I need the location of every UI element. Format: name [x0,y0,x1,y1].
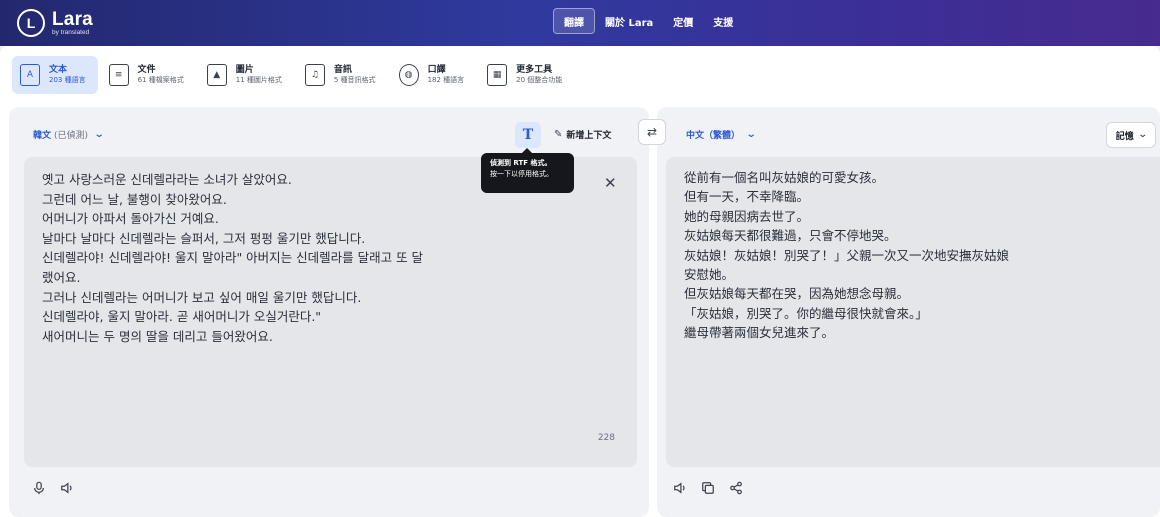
grid-icon: ▦ [487,64,508,86]
chevron-down-icon: ⌄ [745,129,757,140]
rtf-format-button[interactable]: T [515,122,541,148]
tab-label: 口譯 [427,65,446,76]
source-text-area[interactable]: 옛고 사랑스러운 신데렐라라는 소녀가 살았어요. 그런데 어느 날, 불행이 … [24,157,637,467]
tab-sub: 61 種檔案格式 [137,75,184,84]
clear-icon[interactable]: ✕ [604,174,617,192]
tab-sub: 20 個整合功能 [516,75,563,84]
source-language: 韓文 [33,131,52,141]
tab-sub: 182 種語言 [427,75,465,84]
tab-label: 更多工具 [516,65,553,76]
swap-languages-button[interactable]: ⇄ [638,119,666,145]
target-text-area: 從前有一個名叫灰姑娘的可愛女孩。 但有一天，不幸降臨。 她的母親因病去世了。 灰… [666,157,1160,467]
tab-sub: 203 種語言 [49,75,86,84]
microphone-icon[interactable] [31,480,47,496]
brand-sub: by translated [52,28,90,36]
tab-sub: 5 種音訊格式 [333,75,376,84]
tab-label: 音訊 [333,65,352,76]
nav-about[interactable]: 關於 Lara [595,8,663,34]
tooltip-title: 偵測到 RTF 格式。 [490,159,552,167]
chevron-down-icon: ⌄ [93,129,105,140]
rtf-tooltip: 偵測到 RTF 格式。 按一下以停用格式。 [481,148,574,193]
source-actions [31,480,87,496]
tooltip-body: 按一下以停用格式。 [490,169,553,178]
top-bar: L Lara by translated 翻譯 關於 Lara 定價 支援 [0,0,1160,46]
tab-text[interactable]: A 文本 203 種語言 [12,56,98,94]
target-language: 中文（繁體） [686,131,741,141]
share-icon[interactable] [728,480,744,496]
translated-text: 從前有一個名叫灰姑娘的可愛女孩。 但有一天，不幸降臨。 她的母親因病去世了。 灰… [684,170,1010,341]
speaker-icon[interactable] [59,480,75,496]
copy-icon[interactable] [700,480,716,496]
image-icon: ▲ [206,64,227,86]
memory-button[interactable]: 記憶 ⌄ [1106,122,1156,148]
tab-label: 文本 [49,65,68,76]
nav-pricing[interactable]: 定價 [663,8,703,34]
tab-interpret[interactable]: ◍ 口譯 182 種語言 [391,56,477,94]
detected-label: (已偵測) [54,131,89,141]
memory-label: 記憶 [1115,131,1134,142]
logo-mark-icon: L [17,9,45,37]
target-actions [672,480,756,496]
main-nav: 翻譯 關於 Lara 定價 支援 [553,8,743,34]
nav-support[interactable]: 支援 [703,8,743,34]
tab-image[interactable]: ▲ 圖片 11 種圖片格式 [199,56,294,94]
chevron-down-icon: ⌄ [1137,130,1148,140]
pencil-icon: ✎ [554,129,563,140]
interpret-icon: ◍ [398,64,419,86]
text-icon: A [20,64,40,86]
add-context-button[interactable]: ✎ 新增上下文 [554,128,611,141]
tab-label: 圖片 [235,65,254,76]
brand-name: Lara [52,8,93,30]
lara-logo[interactable]: L Lara by translated [17,8,93,38]
tab-label: 文件 [137,65,156,76]
audio-icon: ♫ [304,64,325,86]
tab-more-tools[interactable]: ▦ 更多工具 20 個整合功能 [479,56,574,94]
source-text[interactable]: 옛고 사랑스러운 신데렐라라는 소녀가 살았어요. 그런데 어느 날, 불행이 … [42,170,492,346]
add-context-label: 新增上下文 [566,131,612,141]
tab-audio[interactable]: ♫ 音訊 5 種音訊格式 [297,56,388,94]
speaker-icon[interactable] [672,480,688,496]
tab-sub: 11 種圖片格式 [235,75,282,84]
target-language-select[interactable]: 中文（繁體） ⌄ [686,128,757,141]
source-language-select[interactable]: 韓文 (已偵測) ⌄ [33,128,105,141]
nav-translate[interactable]: 翻譯 [553,8,595,34]
tab-document[interactable]: ≡ 文件 61 種檔案格式 [101,56,196,94]
tool-tabs: A 文本 203 種語言 ≡ 文件 61 種檔案格式 ▲ 圖片 11 種圖片格式… [12,56,577,94]
document-icon: ≡ [108,64,129,86]
character-count: 228 [597,433,615,443]
